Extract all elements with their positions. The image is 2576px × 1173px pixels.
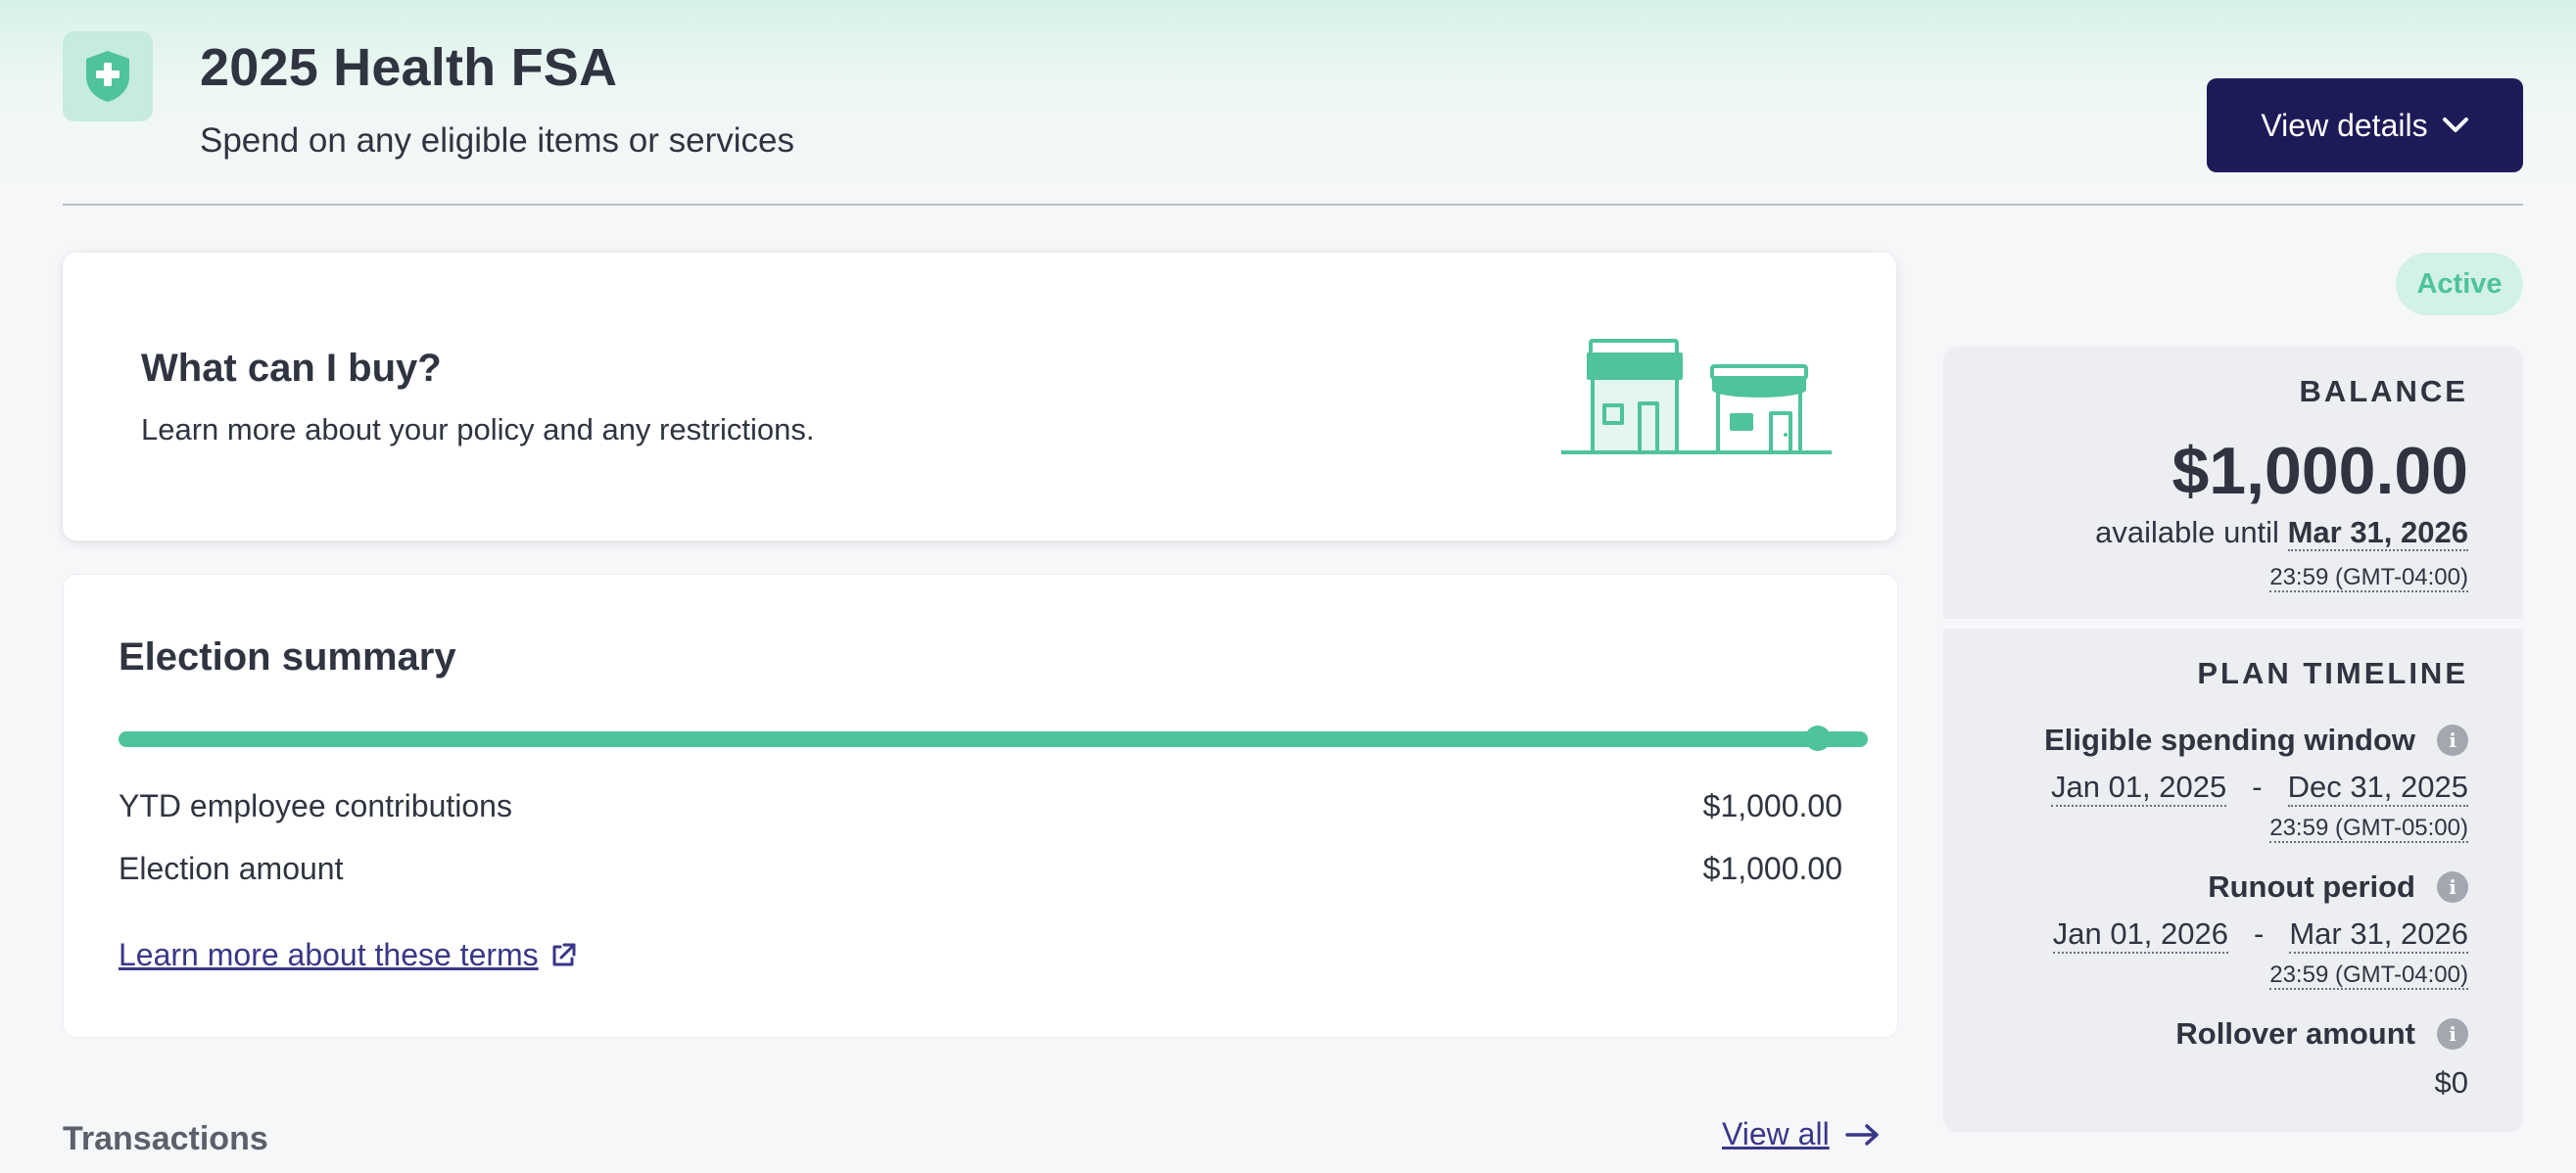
eligible-window-label-row: Eligible spending window i bbox=[2044, 723, 2468, 758]
view-all-transactions-link[interactable]: View all bbox=[1722, 1116, 1881, 1152]
runout-time[interactable]: 23:59 (GMT-04:00) bbox=[2269, 962, 2468, 990]
runout-start[interactable]: Jan 01, 2026 bbox=[2052, 916, 2228, 954]
rollover-label: Rollover amount bbox=[2175, 1016, 2415, 1051]
arrow-right-icon bbox=[1844, 1123, 1879, 1146]
available-date[interactable]: Mar 31, 2026 bbox=[2287, 515, 2468, 551]
info-icon[interactable]: i bbox=[2437, 725, 2468, 756]
eligible-window-time-wrap: 23:59 (GMT-05:00) bbox=[2269, 815, 2468, 843]
available-time-wrap: 23:59 (GMT-04:00) bbox=[2269, 564, 2468, 592]
balance-availability: available until Mar 31, 2026 bbox=[2095, 515, 2468, 551]
shield-plus-icon bbox=[86, 51, 129, 102]
view-details-label: View details bbox=[2261, 107, 2428, 143]
runout-separator: - bbox=[2254, 916, 2265, 951]
ytd-contributions-value: $1,000.00 bbox=[1702, 788, 1842, 823]
info-icon[interactable]: i bbox=[2437, 1018, 2468, 1050]
eligible-window-start[interactable]: Jan 01, 2025 bbox=[2050, 770, 2227, 807]
election-amount-value: $1,000.00 bbox=[1702, 851, 1842, 886]
eligible-window-separator: - bbox=[2252, 770, 2263, 804]
chevron-down-icon bbox=[2442, 117, 2468, 132]
page-title: 2025 Health FSA bbox=[200, 38, 618, 97]
learn-more-terms-link[interactable]: Learn more about these terms bbox=[119, 937, 578, 973]
eligible-window-time[interactable]: 23:59 (GMT-05:00) bbox=[2269, 815, 2468, 843]
eligible-window-label: Eligible spending window bbox=[2044, 723, 2415, 757]
storefront-illustration bbox=[1561, 339, 1832, 454]
election-amount-label: Election amount bbox=[119, 851, 344, 886]
eligible-window-dates: Jan 01, 2025 - Dec 31, 2025 bbox=[2050, 770, 2468, 807]
view-all-label: View all bbox=[1722, 1116, 1830, 1151]
ytd-contributions-label: YTD employee contributions bbox=[119, 788, 512, 823]
info-card-description: Learn more about your policy and any res… bbox=[141, 412, 815, 446]
election-progress-marker bbox=[1805, 726, 1831, 751]
header-divider bbox=[63, 204, 2523, 206]
external-link-icon bbox=[552, 943, 576, 965]
election-progress-bar bbox=[119, 731, 1868, 747]
what-can-i-buy-card[interactable]: What can I buy? Learn more about your po… bbox=[63, 253, 1896, 540]
runout-label: Runout period bbox=[2208, 869, 2415, 904]
view-details-button[interactable]: View details bbox=[2207, 78, 2523, 172]
info-card-heading: What can I buy? bbox=[141, 347, 442, 390]
balance-caption: BALANCE bbox=[2299, 374, 2468, 408]
plan-timeline-panel: PLAN TIMELINE Eligible spending window i… bbox=[1943, 629, 2523, 1132]
plan-timeline-caption: PLAN TIMELINE bbox=[2197, 656, 2468, 690]
status-badge: Active bbox=[2396, 253, 2523, 315]
available-time[interactable]: 23:59 (GMT-04:00) bbox=[2269, 564, 2468, 592]
available-prefix: available until bbox=[2095, 515, 2279, 549]
balance-panel: BALANCE $1,000.00 available until Mar 31… bbox=[1943, 347, 2523, 619]
eligible-window-end[interactable]: Dec 31, 2025 bbox=[2287, 770, 2468, 807]
runout-end[interactable]: Mar 31, 2026 bbox=[2289, 916, 2468, 954]
plan-logo bbox=[63, 31, 153, 121]
transactions-heading: Transactions bbox=[63, 1120, 268, 1157]
election-summary-heading: Election summary bbox=[119, 635, 456, 679]
balance-amount: $1,000.00 bbox=[2171, 434, 2468, 508]
runout-time-wrap: 23:59 (GMT-04:00) bbox=[2269, 962, 2468, 990]
runout-label-row: Runout period i bbox=[2208, 869, 2468, 905]
info-icon[interactable]: i bbox=[2437, 871, 2468, 903]
rollover-label-row: Rollover amount i bbox=[2175, 1016, 2468, 1052]
runout-dates: Jan 01, 2026 - Mar 31, 2026 bbox=[2052, 916, 2468, 954]
rollover-value: $0 bbox=[2434, 1065, 2468, 1100]
page-subtitle: Spend on any eligible items or services bbox=[200, 121, 794, 160]
election-summary-card: Election summary YTD employee contributi… bbox=[63, 574, 1898, 1038]
learn-more-terms-label: Learn more about these terms bbox=[119, 937, 539, 972]
